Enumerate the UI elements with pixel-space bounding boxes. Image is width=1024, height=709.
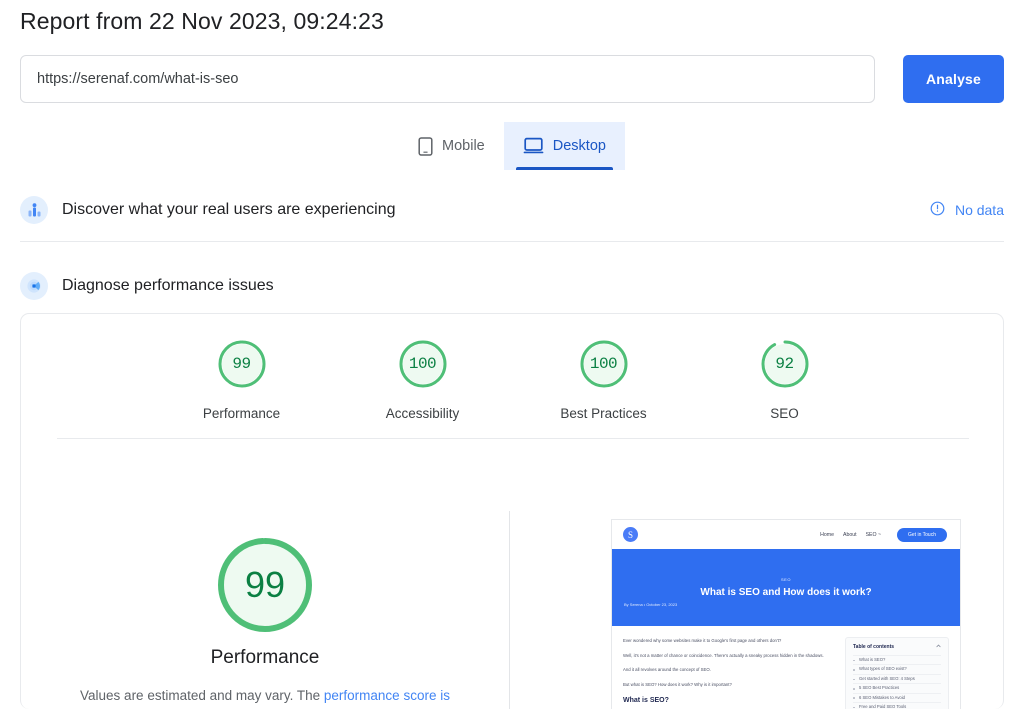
tab-mobile-label: Mobile	[442, 138, 485, 154]
thumb-toc-item: What is SEO?	[853, 655, 941, 664]
thumb-paragraph: Ever wondered why some websites make it …	[623, 638, 782, 643]
thumb-cta-button: Get in Touch	[897, 527, 947, 542]
performance-note-text-1: Values are estimated and may vary. The	[80, 688, 324, 703]
score-gauge-best-practices[interactable]: 100 Best Practices	[543, 338, 665, 421]
gauge-ring-best-practices: 100	[578, 338, 630, 390]
thumb-toc-item: Get started with SEO: 4 Steps	[853, 673, 941, 683]
thumb-toc-title: Table of contents	[853, 644, 895, 650]
thumb-toc-item: What types of SEO exist?	[853, 664, 941, 673]
thumb-toc-item: 6 SEO Mistakes to Avoid	[853, 692, 941, 702]
thumb-toc-item: 5 SEO Best Practices	[853, 683, 941, 692]
lab-data-title: Diagnose performance issues	[62, 277, 274, 294]
thumb-paragraph: But what is SEO? How does it work? Why i…	[623, 681, 732, 687]
chevron-up-icon	[936, 644, 941, 650]
thumb-site-header: S Home About SEO ~ Get in Touch	[612, 520, 960, 549]
speedometer-icon	[20, 272, 48, 300]
gauge-ring-accessibility: 100	[397, 338, 449, 390]
field-data-title: Discover what your real users are experi…	[62, 201, 396, 218]
thumb-hero-kicker: SEO	[781, 577, 791, 582]
tab-mobile[interactable]: Mobile	[399, 122, 504, 170]
gauge-ring-performance: 99	[216, 338, 268, 390]
info-circle-icon	[930, 201, 945, 219]
analyse-button[interactable]: Analyse	[903, 55, 1004, 103]
gauge-ring-performance-large: 99	[215, 535, 315, 635]
gauge-label-seo: SEO	[770, 406, 799, 421]
performance-summary: 99 Performance Values are estimated and …	[21, 439, 509, 709]
thumb-hero-meta: By Serena • October 23, 2023	[624, 602, 678, 607]
gauge-value-performance: 99	[232, 355, 251, 373]
lab-data-section-header: Diagnose performance issues	[20, 266, 1004, 306]
thumb-hero: SEO What is SEO and How does it work? By…	[612, 549, 960, 626]
thumb-nav: Home About SEO ~ Get in Touch	[820, 527, 947, 542]
thumb-hero-title: What is SEO and How does it work?	[700, 587, 872, 598]
gauge-label-best-practices: Best Practices	[560, 406, 647, 421]
tab-desktop[interactable]: Desktop	[503, 122, 625, 170]
pagespeed-report-page: Report from 22 Nov 2023, 09:24:23 Analys…	[0, 0, 1024, 709]
score-gauge-performance[interactable]: 99 Performance	[181, 338, 303, 421]
mobile-icon	[418, 136, 433, 156]
desktop-icon	[523, 137, 544, 155]
device-tabs: Mobile Desktop	[0, 122, 1024, 170]
gauge-label-accessibility: Accessibility	[385, 406, 460, 421]
score-gauges: 99 Performance 100 Accessibility 100 Bes…	[21, 338, 1005, 421]
gauge-value-performance-large: 99	[244, 564, 286, 605]
thumb-nav-item-about: About	[843, 531, 857, 538]
thumb-nav-item-seo: SEO ~	[865, 531, 882, 538]
thumb-toc-item: Free and Paid SEO Tools	[853, 702, 941, 709]
thumb-paragraph: Well, it's not a matter of chance or coi…	[623, 652, 824, 658]
gauge-label-performance: Performance	[202, 406, 281, 421]
tab-desktop-label: Desktop	[552, 138, 606, 154]
thumb-toc-header: Table of contents	[853, 644, 941, 650]
field-data-section-header: Discover what your real users are experi…	[20, 190, 1004, 230]
gauge-value-accessibility: 100	[408, 355, 437, 373]
no-data-status[interactable]: No data	[930, 201, 1004, 219]
thumb-article-column: Ever wondered why some websites make it …	[623, 637, 835, 709]
url-input[interactable]	[20, 55, 875, 103]
gauge-value-best-practices: 100	[589, 355, 618, 373]
performance-title: Performance	[210, 647, 320, 668]
thumb-table-of-contents: Table of contents What is SEO? What type…	[845, 637, 949, 709]
gauge-value-seo: 92	[775, 355, 794, 373]
performance-detail-area: 99 Performance Values are estimated and …	[21, 439, 1005, 709]
thumb-paragraph: And it all revolves around the concept o…	[623, 667, 711, 672]
thumb-logo: S	[623, 527, 638, 542]
section-divider	[20, 241, 1004, 242]
url-analyse-row: Analyse	[20, 55, 1004, 103]
bar-chart-icon	[20, 196, 48, 224]
lighthouse-result-card: 99 Performance 100 Accessibility 100 Bes…	[20, 313, 1004, 709]
page-screenshot[interactable]: S Home About SEO ~ Get in Touch SEO What…	[611, 519, 961, 709]
gauge-ring-seo: 92	[759, 338, 811, 390]
performance-note: Values are estimated and may vary. The p…	[21, 685, 509, 709]
page-screenshot-area: S Home About SEO ~ Get in Touch SEO What…	[591, 439, 961, 709]
score-gauge-accessibility[interactable]: 100 Accessibility	[362, 338, 484, 421]
thumb-article-heading: What is SEO?	[623, 697, 669, 704]
no-data-label: No data	[954, 202, 1004, 218]
score-gauge-seo[interactable]: 92 SEO	[724, 338, 846, 421]
thumb-nav-item-home: Home	[820, 531, 835, 538]
thumb-body: Ever wondered why some websites make it …	[612, 626, 960, 709]
page-title: Report from 22 Nov 2023, 09:24:23	[20, 8, 384, 34]
vertical-divider	[509, 511, 510, 709]
